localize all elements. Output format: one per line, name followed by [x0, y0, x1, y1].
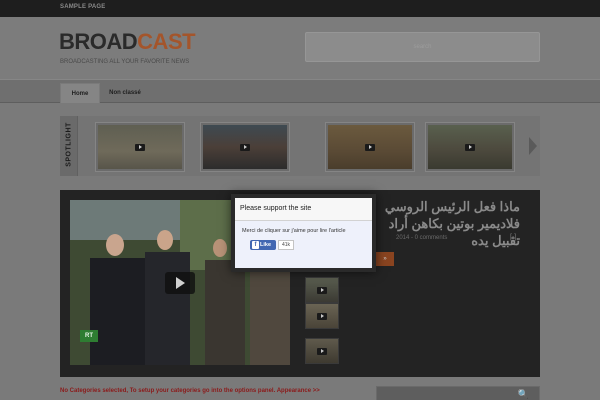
modal-title: Please support the site	[235, 198, 372, 221]
facebook-icon: f	[252, 241, 259, 249]
facebook-like-button[interactable]: f Like	[250, 240, 276, 250]
modal-text: Merci de cliquer sur j'aime pour lire l'…	[242, 228, 346, 234]
support-modal: Please support the site Merci de cliquer…	[231, 194, 376, 272]
like-label: Like	[260, 242, 272, 248]
like-count: 41k	[278, 240, 294, 250]
